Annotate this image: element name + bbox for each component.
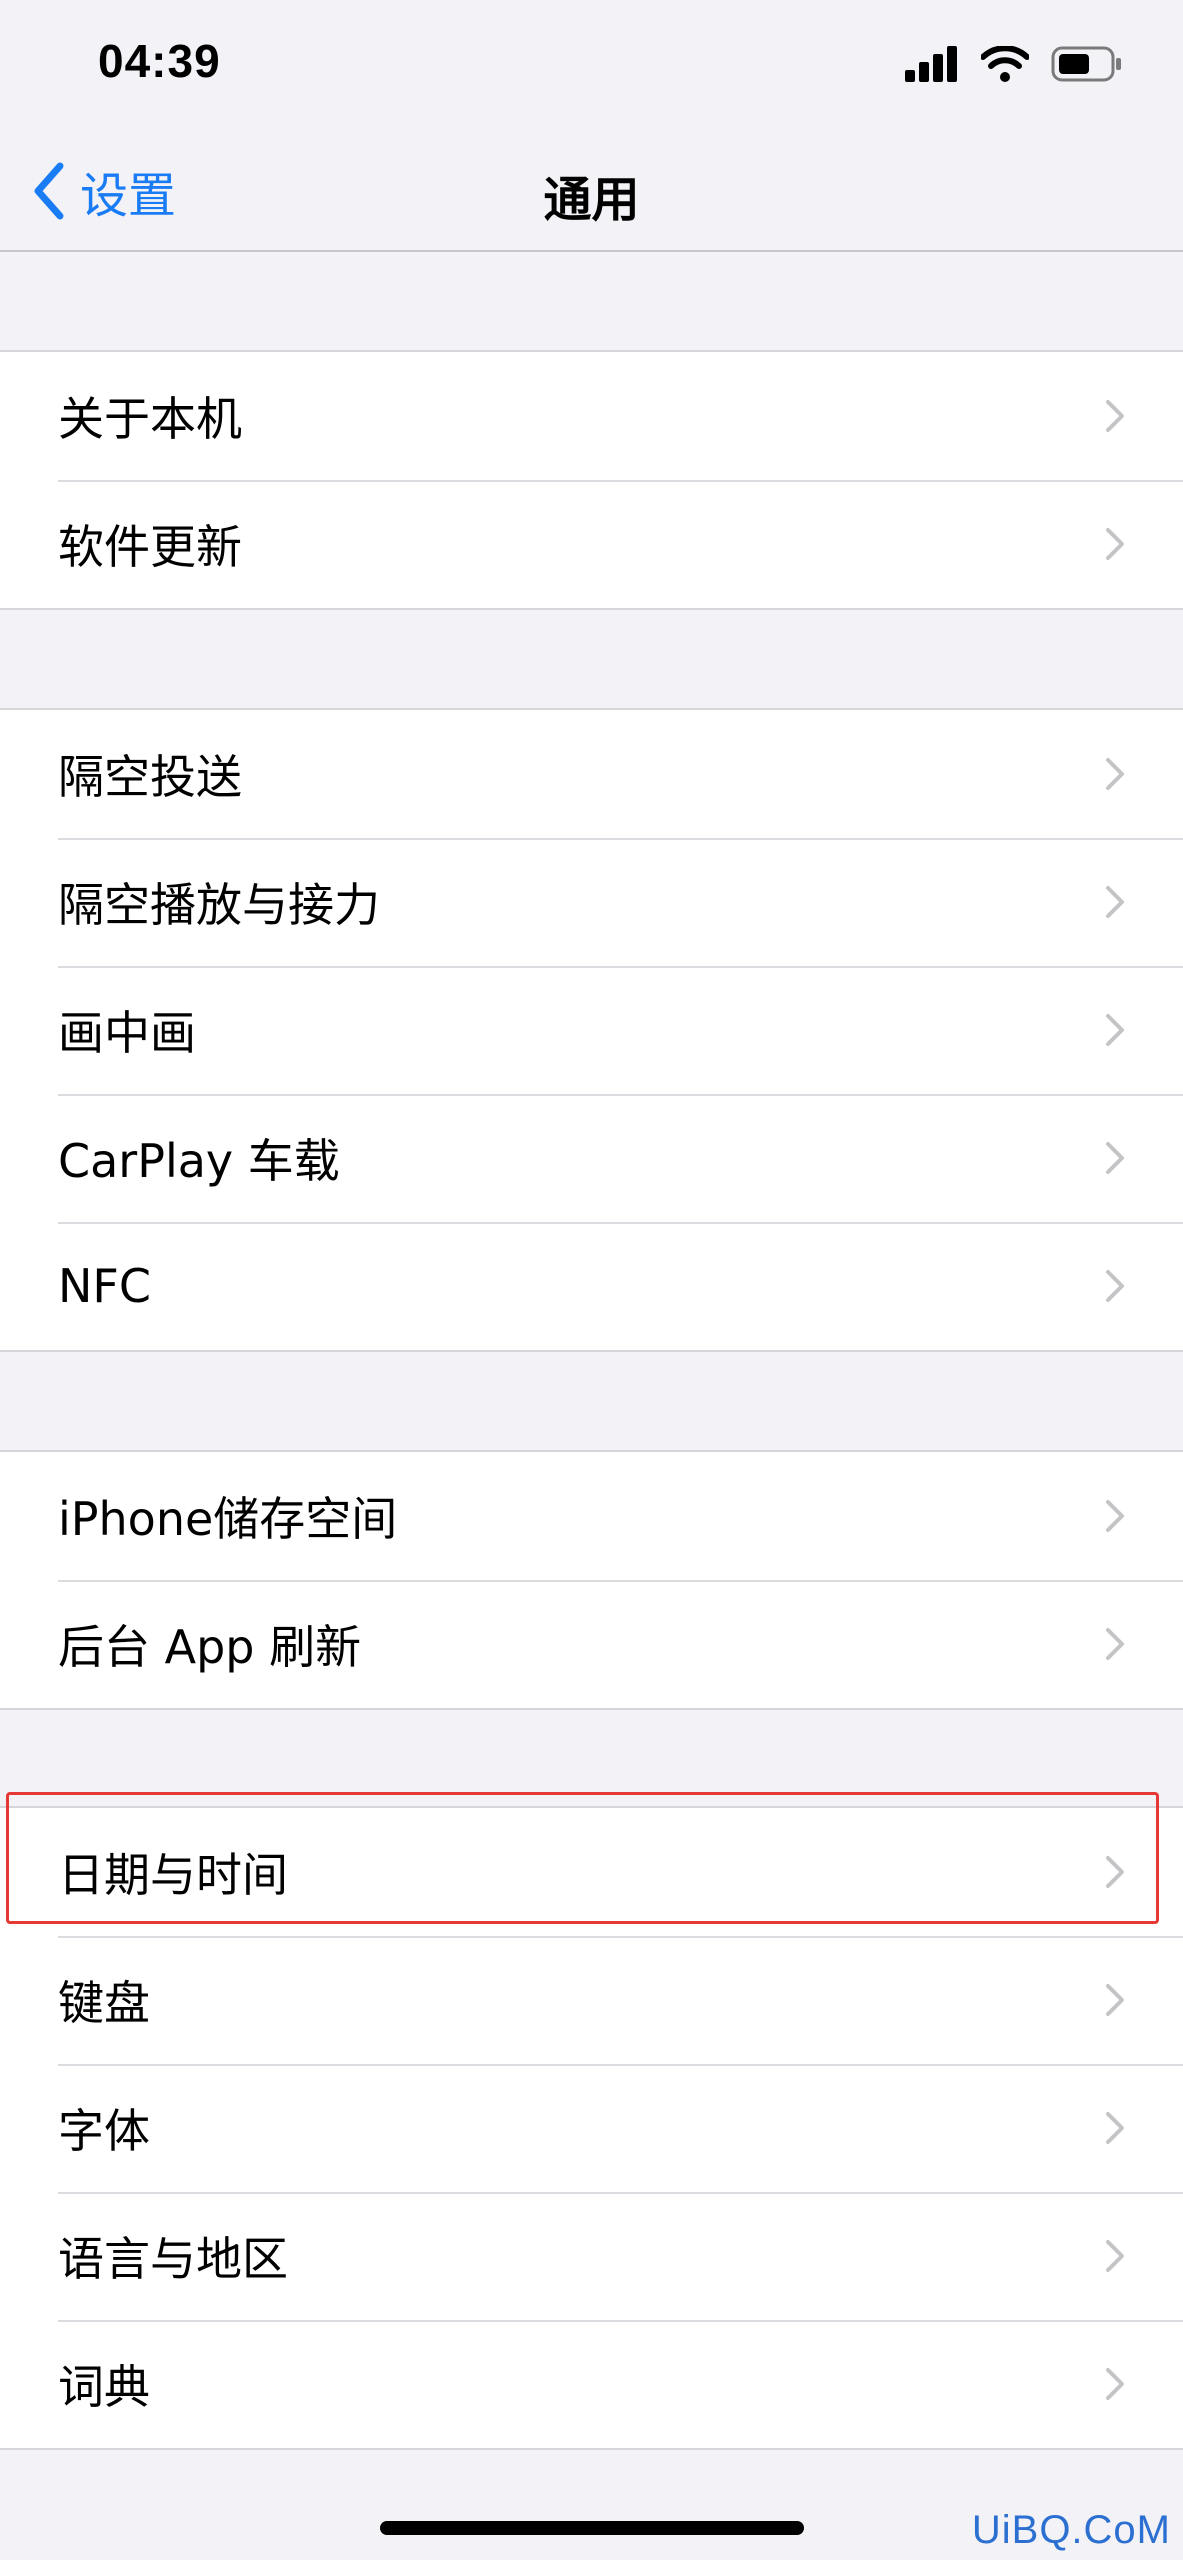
settings-item-picture-in-picture[interactable]: 画中画 <box>0 966 1183 1094</box>
settings-group-3: iPhone储存空间 后台 App 刷新 <box>0 1450 1183 1710</box>
settings-item-label: 语言与地区 <box>58 2232 288 2286</box>
settings-item-label: NFC <box>58 1259 151 1313</box>
status-time: 04:39 <box>98 35 221 87</box>
chevron-right-icon <box>1106 2368 1124 2400</box>
settings-item-nfc[interactable]: NFC <box>0 1222 1183 1350</box>
watermark: UiBQ.CoM <box>971 2508 1171 2552</box>
chevron-right-icon <box>1106 1014 1124 1046</box>
chevron-right-icon <box>1106 758 1124 790</box>
settings-item-label: 隔空播放与接力 <box>58 878 380 932</box>
settings-item-label: 字体 <box>58 2104 150 2158</box>
settings-item-airplay-handoff[interactable]: 隔空播放与接力 <box>0 838 1183 966</box>
wifi-icon <box>981 46 1029 82</box>
settings-item-label: 词典 <box>58 2360 150 2414</box>
settings-item-keyboard[interactable]: 键盘 <box>0 1936 1183 2064</box>
chevron-right-icon <box>1106 1984 1124 2016</box>
settings-item-label: 关于本机 <box>58 392 242 446</box>
settings-item-label: 键盘 <box>58 1976 150 2030</box>
settings-item-dictionary[interactable]: 词典 <box>0 2320 1183 2448</box>
navigation-bar: 设置 通用 <box>0 130 1183 252</box>
settings-item-label: 画中画 <box>58 1006 196 1060</box>
status-bar: 04:39 <box>0 0 1183 130</box>
settings-item-about[interactable]: 关于本机 <box>0 352 1183 480</box>
chevron-right-icon <box>1106 1856 1124 1888</box>
settings-general-screen: 04:39 设置 通用 关于本机 软件更新 隔空投送 隔空播放与接力 画中画 C… <box>0 0 1183 2560</box>
settings-item-date-time[interactable]: 日期与时间 <box>0 1808 1183 1936</box>
settings-item-label: 隔空投送 <box>58 750 242 804</box>
settings-item-label: 日期与时间 <box>58 1848 288 1902</box>
settings-group-1: 关于本机 软件更新 <box>0 350 1183 610</box>
chevron-right-icon <box>1106 1500 1124 1532</box>
chevron-right-icon <box>1106 2240 1124 2272</box>
chevron-right-icon <box>1106 528 1124 560</box>
battery-icon <box>1051 46 1121 82</box>
status-icons <box>905 40 1123 88</box>
settings-item-background-app-refresh[interactable]: 后台 App 刷新 <box>0 1580 1183 1708</box>
chevron-right-icon <box>1106 886 1124 918</box>
chevron-right-icon <box>1106 1628 1124 1660</box>
chevron-right-icon <box>1106 400 1124 432</box>
settings-item-label: iPhone储存空间 <box>58 1492 398 1546</box>
settings-item-carplay[interactable]: CarPlay 车载 <box>0 1094 1183 1222</box>
settings-item-airdrop[interactable]: 隔空投送 <box>0 710 1183 838</box>
settings-item-language-region[interactable]: 语言与地区 <box>0 2192 1183 2320</box>
home-indicator[interactable] <box>380 2521 804 2535</box>
settings-group-4: 日期与时间 键盘 字体 语言与地区 词典 <box>0 1806 1183 2450</box>
signal-icon <box>905 46 957 82</box>
settings-item-iphone-storage[interactable]: iPhone储存空间 <box>0 1452 1183 1580</box>
settings-item-label: 软件更新 <box>58 520 242 574</box>
settings-item-software-update[interactable]: 软件更新 <box>0 480 1183 608</box>
chevron-right-icon <box>1106 2112 1124 2144</box>
settings-group-2: 隔空投送 隔空播放与接力 画中画 CarPlay 车载 NFC <box>0 708 1183 1352</box>
settings-item-fonts[interactable]: 字体 <box>0 2064 1183 2192</box>
settings-item-label: CarPlay 车载 <box>58 1134 340 1188</box>
chevron-right-icon <box>1106 1142 1124 1174</box>
settings-item-label: 后台 App 刷新 <box>58 1620 362 1674</box>
chevron-right-icon <box>1106 1270 1124 1302</box>
page-title: 通用 <box>543 172 640 228</box>
